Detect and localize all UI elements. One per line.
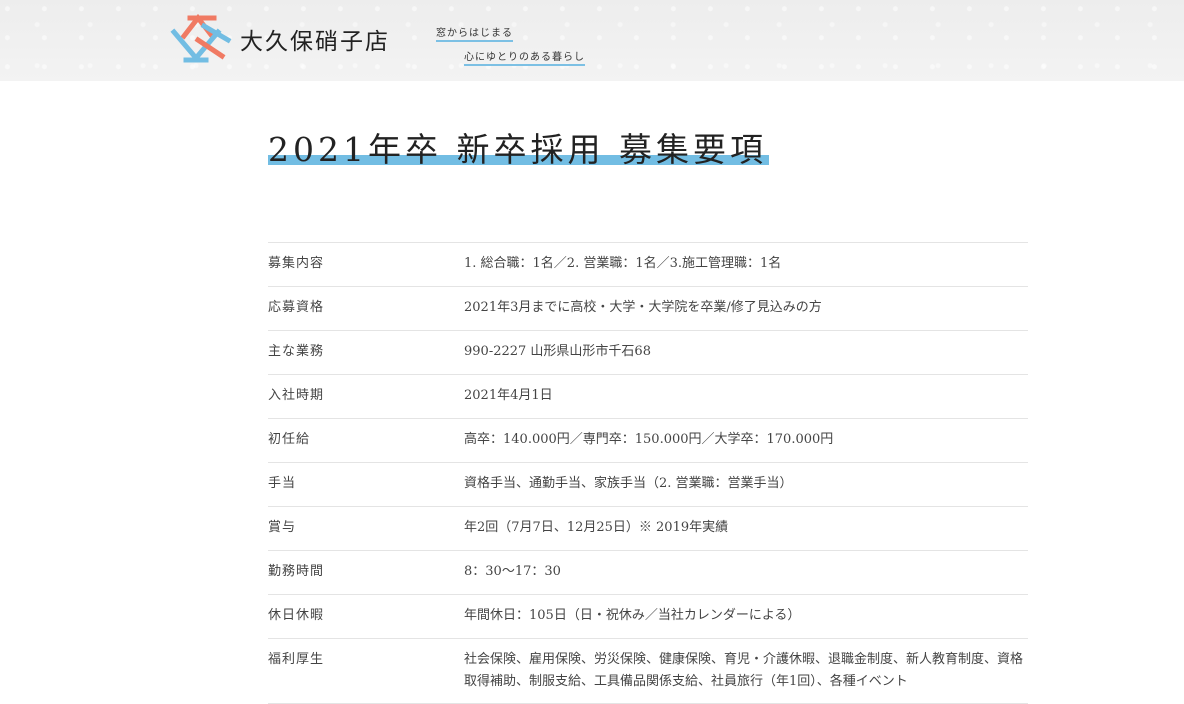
row-value: 990-2227 山形県山形市千石68 bbox=[464, 344, 651, 359]
row-label: 初任給 bbox=[268, 432, 311, 447]
table-row: 福利厚生 社会保険、雇用保険、労災保険、健康保険、育児・介護休暇、退職金制度、新… bbox=[268, 639, 1028, 704]
table-row: 手当 資格手当、通勤手当、家族手当（2. 営業職：営業手当） bbox=[268, 463, 1028, 507]
row-value: 社会保険、雇用保険、労災保険、健康保険、育児・介護休暇、退職金制度、新人教育制度… bbox=[464, 652, 1024, 689]
row-value: 資格手当、通勤手当、家族手当（2. 営業職：営業手当） bbox=[464, 476, 793, 491]
row-label: 募集内容 bbox=[268, 256, 325, 271]
row-label: 賞与 bbox=[268, 520, 297, 535]
row-value: 年間休日：105日（日・祝休み／当社カレンダーによる） bbox=[464, 608, 801, 623]
row-label: 手当 bbox=[268, 476, 297, 491]
row-label: 休日休暇 bbox=[268, 608, 325, 623]
row-label: 主な業務 bbox=[268, 344, 325, 359]
row-value: 1. 総合職：1名／2. 営業職：1名／3.施工管理職：1名 bbox=[464, 256, 782, 271]
tagline-line-1: 窓からはじまる bbox=[436, 24, 513, 42]
brand-name: 大久保硝子店 bbox=[240, 29, 390, 55]
table-row: 初任給 高卒：140.000円／専門卒：150.000円／大学卒：170.000… bbox=[268, 419, 1028, 463]
row-label: 勤務時間 bbox=[268, 564, 325, 579]
row-label: 応募資格 bbox=[268, 300, 325, 315]
site-header: 大久保硝子店 窓からはじまる 心にゆとりのある暮らし bbox=[0, 0, 1184, 81]
tagline: 窓からはじまる 心にゆとりのある暮らし bbox=[436, 24, 585, 66]
recruitment-table: 募集内容 1. 総合職：1名／2. 営業職：1名／3.施工管理職：1名 応募資格… bbox=[268, 242, 1028, 704]
table-row: 応募資格 2021年3月までに高校・大学・大学院を卒業/修了見込みの方 bbox=[268, 287, 1028, 331]
table-row: 勤務時間 8：30〜17：30 bbox=[268, 551, 1028, 595]
table-row: 主な業務 990-2227 山形県山形市千石68 bbox=[268, 331, 1028, 375]
table-row: 休日休暇 年間休日：105日（日・祝休み／当社カレンダーによる） bbox=[268, 595, 1028, 639]
table-row: 賞与 年2回（7月7日、12月25日）※ 2019年実績 bbox=[268, 507, 1028, 551]
site-logo-link[interactable]: 大久保硝子店 bbox=[170, 10, 390, 68]
table-row: 募集内容 1. 総合職：1名／2. 営業職：1名／3.施工管理職：1名 bbox=[268, 243, 1028, 287]
lattice-logo-icon bbox=[170, 13, 232, 63]
row-label: 福利厚生 bbox=[268, 652, 325, 667]
row-value: 2021年4月1日 bbox=[464, 388, 553, 403]
row-value: 8：30〜17：30 bbox=[464, 564, 561, 579]
tagline-line-2: 心にゆとりのある暮らし bbox=[464, 48, 585, 66]
row-value: 2021年3月までに高校・大学・大学院を卒業/修了見込みの方 bbox=[464, 300, 822, 315]
row-value: 年2回（7月7日、12月25日）※ 2019年実績 bbox=[464, 520, 729, 535]
row-value: 高卒：140.000円／専門卒：150.000円／大学卒：170.000円 bbox=[464, 432, 834, 447]
row-label: 入社時期 bbox=[268, 388, 325, 403]
page-title: 2021年卒 新卒採用 募集要項 bbox=[268, 128, 769, 172]
table-row: 入社時期 2021年4月1日 bbox=[268, 375, 1028, 419]
